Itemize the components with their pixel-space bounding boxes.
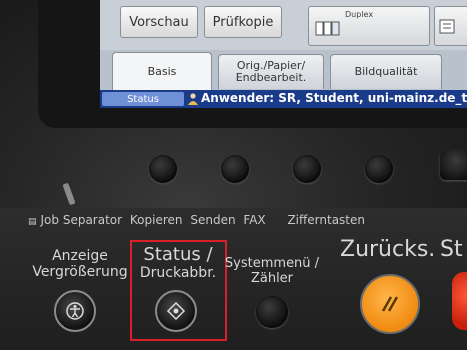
vorschau-button[interactable]: Vorschau [120, 6, 198, 38]
zuruecks-label: Zurücks. [340, 237, 436, 262]
tab-orig-papier-endbearbeit[interactable]: Orig./Papier/ Endbearbeit. [218, 54, 324, 89]
screen-toolbar: Vorschau Prüfkopie Duplex [100, 0, 467, 50]
hard-key-1[interactable] [149, 155, 177, 183]
start-button[interactable] [452, 272, 467, 330]
printer-control-panel: Vorschau Prüfkopie Duplex Basis Orig./Pa… [0, 0, 467, 350]
document-settings-button[interactable] [434, 6, 467, 46]
senden-mode[interactable]: Senden [190, 213, 235, 227]
systemmenu-line1: Systemmenü / [224, 256, 320, 271]
duplex-icon [315, 21, 340, 36]
user-icon [188, 93, 198, 105]
duplex-label: Duplex [345, 10, 374, 19]
accessibility-icon [66, 302, 84, 320]
system-menu-counter-button[interactable] [256, 296, 288, 328]
duplex-button[interactable]: Duplex [308, 6, 430, 46]
status-druckabbr-label: Status / Druckabbr. [133, 244, 223, 282]
start-label-partial: St [440, 237, 463, 262]
kopieren-mode[interactable]: Kopieren [130, 213, 183, 227]
tab-bildqualitaet[interactable]: Bildqualität [330, 54, 442, 89]
systemmenu-zaehler-label: Systemmenü / Zähler [224, 256, 320, 286]
status-key-line2: Druckabbr. [139, 265, 217, 281]
reset-slash-icon [381, 296, 399, 312]
status-button[interactable]: Status [102, 92, 184, 106]
accessibility-display-button[interactable] [54, 290, 96, 332]
user-info: Anwender: SR, Student, uni-mainz.de_test… [201, 91, 467, 105]
status-key-line1: Status / [143, 244, 213, 265]
status-job-cancel-button[interactable] [155, 290, 197, 332]
hard-key-5[interactable] [440, 150, 467, 180]
pruefkopie-button[interactable]: Prüfkopie [204, 6, 282, 38]
reset-button[interactable] [360, 274, 420, 334]
touchscreen: Vorschau Prüfkopie Duplex Basis Orig./Pa… [100, 0, 467, 108]
status-bar: Status Anwender: SR, Student, uni-mainz.… [100, 90, 467, 108]
indicator-slot [62, 182, 76, 206]
anzeige-line1: Anzeige [52, 248, 108, 264]
systemmenu-line2: Zähler [250, 271, 294, 286]
anzeige-vergroesserung-label: Anzeige Vergrößerung [27, 248, 133, 280]
hard-key-3[interactable] [293, 155, 321, 183]
anzeige-line2: Vergrößerung [32, 264, 128, 280]
function-tabs: Basis Orig./Papier/ Endbearbeit. Bildqua… [100, 50, 467, 91]
job-separator-label: Job Separator [40, 213, 123, 227]
tab-basis-label: Basis [147, 65, 177, 78]
job-separator-icon: ▤ [28, 217, 37, 227]
fax-mode[interactable]: FAX [243, 213, 265, 227]
hard-key-2[interactable] [221, 155, 249, 183]
tab-bildqualitaet-label: Bildqualität [354, 65, 418, 78]
zifferntasten-label: Zifferntasten [287, 213, 365, 227]
hard-key-4[interactable] [365, 155, 393, 183]
document-icon [439, 19, 455, 34]
tab-basis[interactable]: Basis [112, 52, 212, 91]
mode-strip: ▤ Job Separator Kopieren Senden FAX Ziffe… [28, 213, 369, 227]
tab-orig-line2: Endbearbeit. [235, 71, 307, 84]
status-diamond-icon [166, 301, 186, 321]
